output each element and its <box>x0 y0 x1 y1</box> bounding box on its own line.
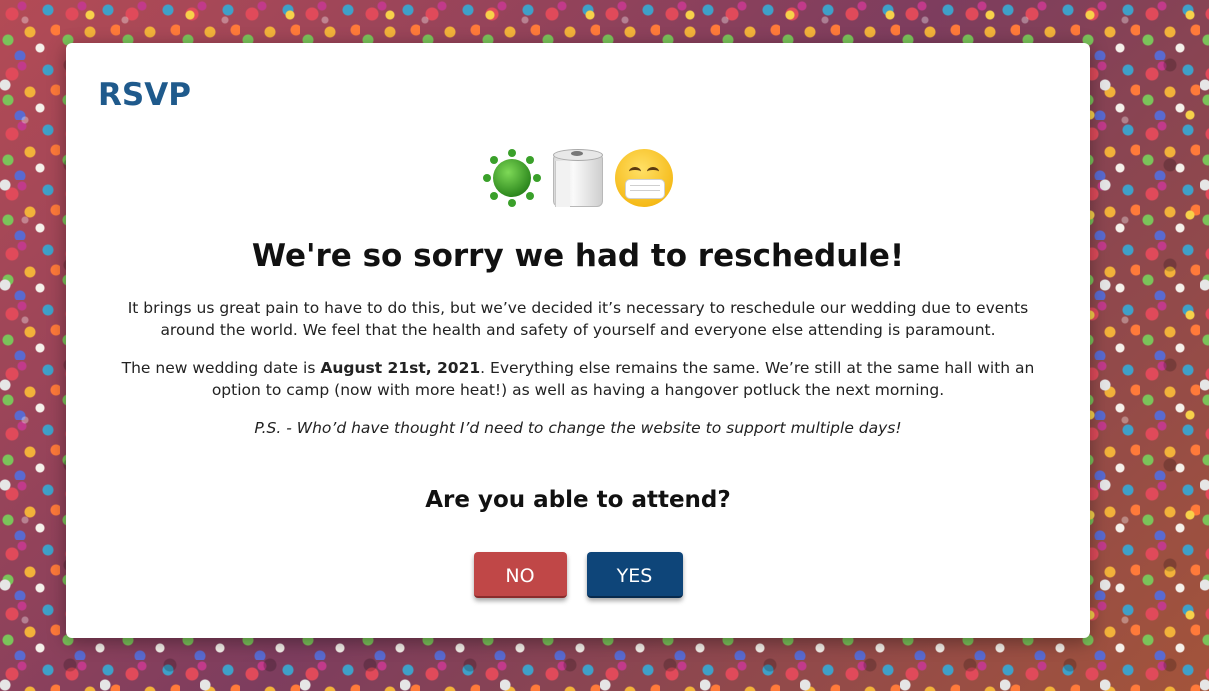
new-date-text-before: The new wedding date is <box>121 359 321 377</box>
postscript-note: P.S. - Who’d have thought I’d need to ch… <box>254 419 902 437</box>
attendance-question: Are you able to attend? <box>425 487 731 513</box>
yes-button[interactable]: YES <box>586 552 683 598</box>
virus-icon <box>481 147 543 209</box>
emoji-row <box>66 143 1090 213</box>
no-button[interactable]: NO <box>473 552 567 598</box>
modal-title: RSVP <box>98 77 191 113</box>
reschedule-explanation: It brings us great pain to have to do th… <box>127 299 1029 339</box>
face-with-mask-icon <box>613 147 675 209</box>
rsvp-buttons: NO YES <box>66 552 1090 598</box>
new-wedding-date: August 21st, 2021 <box>320 359 481 377</box>
new-date-paragraph: The new wedding date is August 21st, 202… <box>106 357 1050 401</box>
rsvp-modal: RSVP We're so sorry we had to reschedule… <box>66 43 1090 638</box>
reschedule-heading: We're so sorry we had to reschedule! <box>251 238 905 274</box>
toilet-paper-icon <box>547 147 609 209</box>
